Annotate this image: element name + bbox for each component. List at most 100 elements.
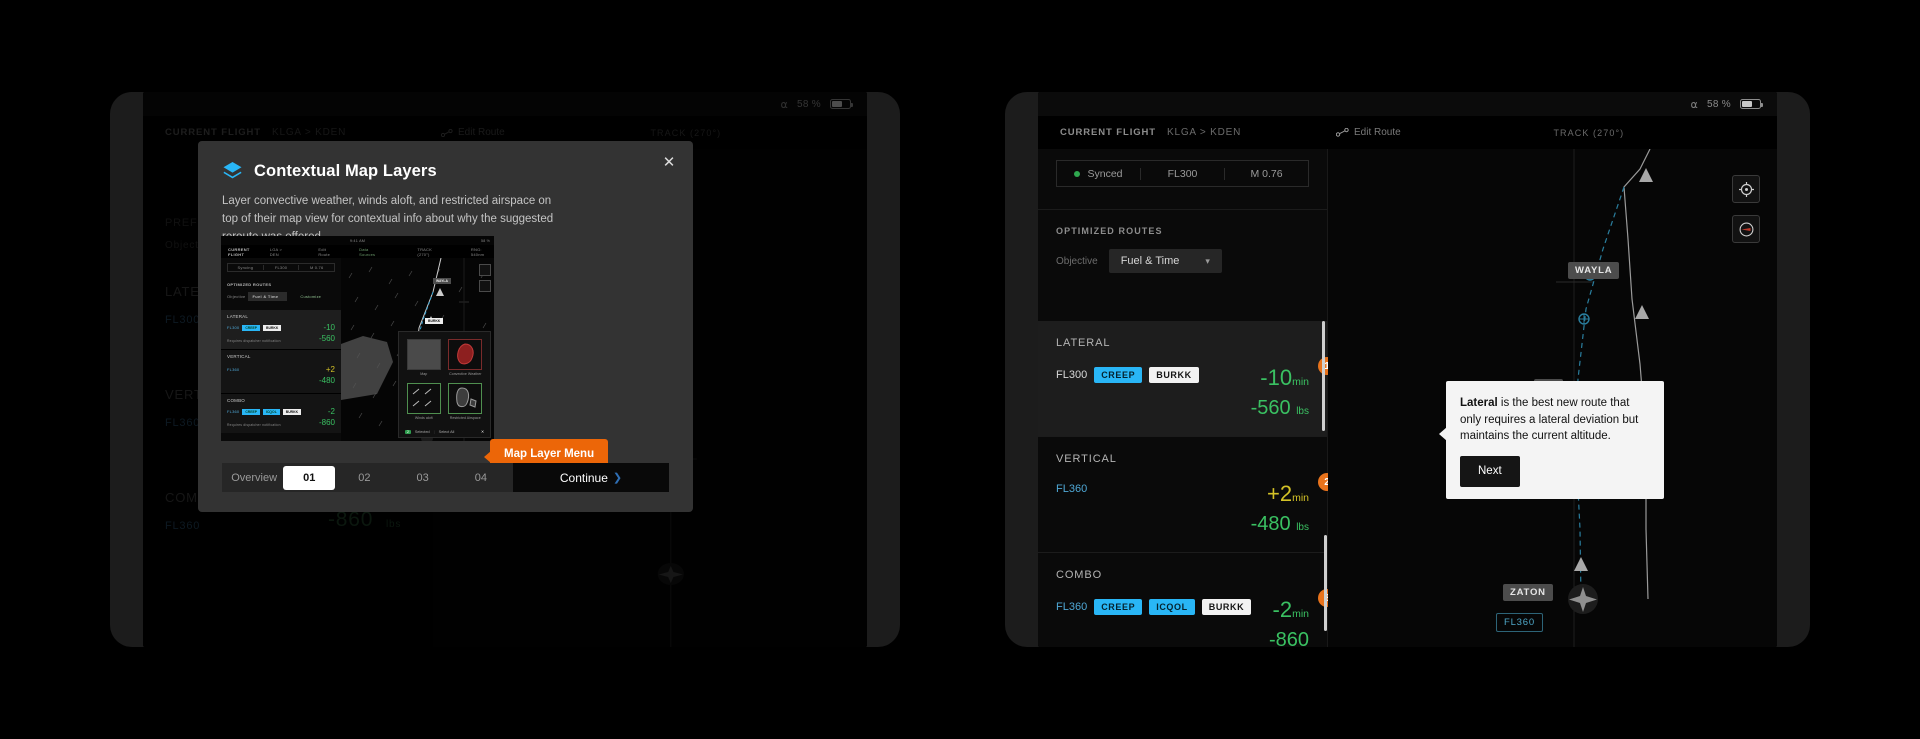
app-header: CURRENT FLIGHT KLGA > KDEN Edit Route TR…	[1038, 116, 1777, 149]
thumb-chip: ICQOL	[263, 408, 280, 415]
thumb-status-bar: 9:41 AM 58 %	[221, 236, 494, 245]
route-card-lateral[interactable]: LATERAL FL300 CREEP BURKK -10min -560 lb…	[1038, 321, 1336, 437]
modal-pagination: Overview 01 02 03 04	[222, 463, 513, 492]
thumb-route-chips: FL360 CREEP ICQOL BURKK -2	[227, 407, 335, 416]
compass-button[interactable]	[1732, 215, 1760, 243]
route-scroll-indicator[interactable]	[1322, 321, 1325, 431]
pager-item-03[interactable]: 03	[394, 466, 452, 490]
thumb-chip: BURKK	[282, 408, 302, 415]
thumb-compass-button[interactable]	[479, 280, 491, 292]
waypoint-label-zaton: ZATON	[1503, 584, 1553, 601]
thumb-route-chips: FL360 +2	[227, 365, 335, 374]
thumb-layer-cell-restricted-airspace[interactable]: Restricted Airspace	[448, 382, 484, 421]
convective-weather-icon	[448, 339, 483, 370]
thumb-edit-route[interactable]: Edit Route	[318, 247, 337, 257]
thumb-battery: 58 %	[481, 238, 490, 243]
mach-cell: M 0.76	[1224, 167, 1308, 180]
next-button[interactable]: Next	[1460, 456, 1520, 487]
thumb-route-chips: FL300 CREEP BURKK -10	[227, 323, 335, 332]
thumb-route-note-row: Requires dispatcher notification -560	[227, 334, 335, 343]
thumb-route-note-row: -480	[227, 376, 335, 385]
modal-footer: Overview 01 02 03 04 Continue ❯	[222, 463, 669, 492]
thumb-route-name: COMBO	[227, 398, 246, 403]
route-time-delta: -10min	[1260, 365, 1309, 390]
thumb-header: CURRENT FLIGHT LGA > DEN Edit Route Data…	[221, 245, 494, 258]
thumb-data-sources[interactable]: Data Sources	[359, 247, 383, 257]
thumb-sync-bar: Syncing FL300 M 0.76	[227, 263, 335, 272]
thumb-customize-label[interactable]: Customize	[300, 294, 321, 299]
control-panel: Synced FL300 M 0.76 OPTIMIZED ROUTES Obj…	[1038, 149, 1336, 648]
thumb-layer-cell-convective-weather[interactable]: Convective Weather	[448, 339, 484, 377]
route-metrics-row: FL300 CREEP BURKK -10min -560 lbs	[1056, 365, 1309, 419]
close-icon[interactable]: ✕	[481, 429, 484, 434]
pager-item-02[interactable]: 02	[335, 466, 393, 490]
route-metrics-row: FL360 CREEP ICQOL BURKK -2min -860 lbs	[1056, 599, 1309, 648]
route-flight-level: FL300	[1056, 369, 1088, 381]
waypoint-chip: ICQOL	[1149, 599, 1195, 615]
objective-label: Objective	[1056, 255, 1098, 267]
route-fuel-delta: -480 lbs	[1250, 513, 1309, 535]
thumb-route-card-vertical[interactable]: VERTICAL FL360 +2 -480	[221, 350, 341, 394]
thumb-locate-button[interactable]	[479, 264, 491, 276]
thumb-route-time: -2	[327, 407, 335, 416]
pager-item-01[interactable]: 01	[283, 465, 336, 490]
continue-button[interactable]: Continue ❯	[513, 463, 669, 492]
route-flight-level: FL360	[1056, 601, 1088, 613]
pager-item-overview[interactable]: Overview	[225, 466, 283, 490]
thumb-optimized-label: OPTIMIZED ROUTES	[227, 282, 272, 287]
thumb-select-all-button[interactable]: Select All	[439, 430, 455, 434]
thumb-route-fl: FL300	[227, 325, 240, 330]
route-fuel-delta: -560 lbs	[1250, 397, 1309, 419]
thumb-sync-status: Syncing	[237, 265, 254, 270]
thumb-chip: CREEP	[242, 408, 261, 415]
route-scroll-indicator[interactable]	[1324, 535, 1327, 631]
thumb-route: LGA > DEN	[269, 246, 283, 257]
thumb-route-card-lateral[interactable]: LATERAL FL300 CREEP BURKK -10 Requires d…	[221, 310, 341, 350]
thumb-objective-value[interactable]: Fuel & Time	[248, 292, 288, 301]
route-metrics-row: FL360 +2min -480 lbs	[1056, 481, 1309, 535]
screenshot-root: ⍺ 58 % CURRENT FLIGHT KLGA > KDEN Edit R…	[0, 0, 1920, 739]
edit-route-button[interactable]: Edit Route	[1336, 127, 1401, 138]
thumb-route-note: Requires dispatcher notification	[227, 423, 281, 427]
thumb-route-card-combo[interactable]: COMBO FL360 CREEP ICQOL BURKK -2 Require…	[221, 394, 341, 433]
thumb-layer-cell-map[interactable]: Map	[406, 339, 442, 377]
track-label: TRACK (270°)	[1553, 127, 1625, 138]
thumb-route-name: LATERAL	[227, 314, 249, 319]
thumb-route-name: VERTICAL	[227, 354, 251, 359]
chevron-down-icon: ▾	[1205, 255, 1210, 266]
objective-value: Fuel & Time	[1120, 255, 1180, 267]
thumb-route-note-row: Requires dispatcher notification -860	[227, 418, 335, 427]
layers-icon	[223, 162, 242, 179]
battery-percent-label: 58 %	[1707, 98, 1731, 110]
thumb-route-fl: FL360	[227, 367, 240, 372]
close-icon[interactable]: ✕	[661, 155, 677, 171]
thumb-layer-caption: Winds aloft	[414, 415, 433, 420]
restricted-airspace-icon	[448, 382, 483, 414]
pager-item-04[interactable]: 04	[452, 466, 510, 490]
route-card-vertical[interactable]: VERTICAL FL360 +2min -480 lbs 2	[1038, 437, 1336, 553]
thumb-route-fuel: -560	[318, 334, 335, 343]
modal-title-row: Contextual Map Layers	[222, 161, 669, 181]
thumb-layer-cell-winds-aloft[interactable]: Winds aloft	[406, 382, 442, 421]
route-card-combo[interactable]: COMBO FL360 CREEP ICQOL BURKK -2min -860…	[1038, 535, 1336, 648]
thumb-chip: BURKK	[263, 324, 282, 331]
map-layer-menu-callout-label: Map Layer Menu	[504, 448, 595, 460]
left-tablet-screen: ⍺ 58 % CURRENT FLIGHT KLGA > KDEN Edit R…	[143, 92, 867, 647]
thumb-track: TRACK (270°)	[417, 246, 432, 257]
route-time-delta: +2min	[1266, 481, 1309, 506]
compass-heading-icon	[1739, 222, 1753, 236]
thumb-current-flight-label: CURRENT FLIGHT	[228, 246, 250, 257]
waypoint-label-wayla: WAYLA	[1568, 262, 1620, 279]
objective-select[interactable]: Fuel & Time ▾	[1108, 249, 1222, 273]
objective-row: Objective Fuel & Time ▾	[1056, 249, 1309, 273]
optimized-routes-title: OPTIMIZED ROUTES	[1056, 226, 1163, 236]
tooltip-bold-word: Lateral	[1460, 397, 1498, 409]
waypoint-chip: CREEP	[1094, 367, 1143, 383]
status-dot-icon	[1074, 170, 1081, 177]
thumb-objective-row: Objective Fuel & Time Customize	[227, 292, 335, 301]
waypoint-chip: CREEP	[1094, 599, 1143, 615]
thumb-layer-caption: Map	[420, 372, 428, 376]
route-values: -10min -560 lbs	[1250, 365, 1309, 419]
thumb-sync-altitude: FL300	[262, 265, 299, 270]
locate-button[interactable]	[1732, 175, 1760, 203]
